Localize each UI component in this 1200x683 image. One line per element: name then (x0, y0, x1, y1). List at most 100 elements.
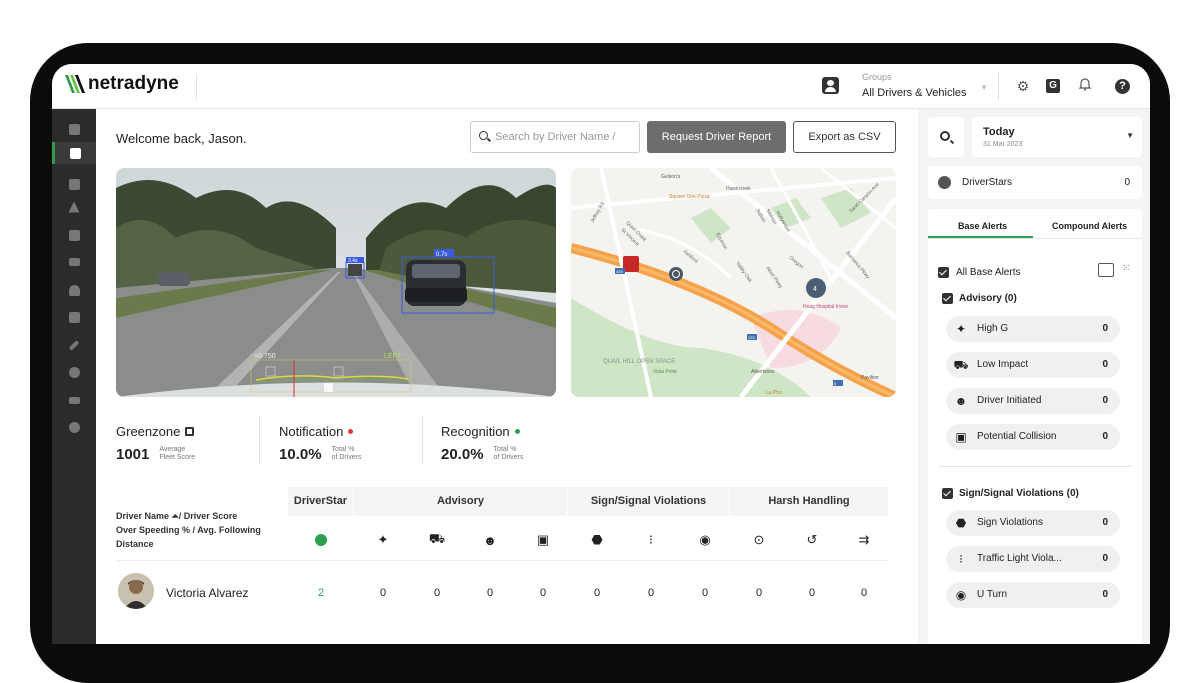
grid-view-icon[interactable]: ⁙ (1122, 263, 1130, 274)
alert-count: 0 (1102, 589, 1108, 600)
sidebar-settings-icon[interactable] (52, 416, 96, 438)
alert-driver-initiated[interactable]: ☻ Driver Initiated 0 (946, 388, 1120, 414)
tab-compound-alerts[interactable]: Compound Alerts (1052, 221, 1127, 231)
advisory-checkbox[interactable] (942, 293, 953, 304)
avatar (118, 573, 154, 609)
alert-label: Low Impact (977, 359, 1029, 370)
sidebar-video-icon[interactable] (52, 251, 96, 273)
sidebar-dashboard-icon[interactable] (52, 118, 96, 140)
name-header-line2: Over Speeding % / Avg. Following (116, 525, 261, 535)
cell-acceleration: 0 (860, 587, 868, 599)
alert-low-impact[interactable]: ⛟ Low Impact 0 (946, 352, 1120, 378)
traffic-light-icon: ⁝ (959, 552, 963, 566)
sidebar-user-icon[interactable] (52, 279, 96, 301)
panel-search-button[interactable] (928, 117, 964, 157)
map-label: Hoag Hospital Irvine (803, 304, 848, 310)
u-turn-icon[interactable]: ◉ (679, 529, 731, 551)
recognition-value: 20.0% (441, 446, 484, 463)
cluster-count: 4 (813, 286, 817, 293)
welcome-text: Welcome back, Jason. (116, 131, 247, 146)
event-map[interactable]: Gelson's Square One Pizza Jeffrey Rd Qua… (571, 168, 896, 397)
hard-brake-icon[interactable]: ⊙ (733, 529, 785, 551)
chevron-down-icon: ▼ (980, 83, 988, 92)
recognition-sub1: Total % (493, 446, 517, 453)
route-badge: 133 (748, 335, 755, 340)
greenzone-sub1: Average (159, 446, 186, 453)
greenzone-stat: Greenzone 1001 Average Fleet Score (116, 424, 195, 463)
cell-u-turn: 0 (701, 587, 709, 599)
groups-label: Groups (862, 72, 892, 82)
traffic-light-icon[interactable]: ⁝ (625, 529, 677, 551)
all-base-alerts-checkbox[interactable] (938, 267, 949, 278)
alert-u-turn[interactable]: ◉ U Turn 0 (946, 582, 1120, 608)
export-csv-button[interactable]: Export as CSV (793, 121, 896, 153)
driver-name[interactable]: Victoria Alvarez (166, 586, 248, 600)
potential-collision-icon: ▣ (955, 430, 967, 444)
sidebar-g-icon[interactable] (52, 224, 96, 246)
sidebar-driver-icon[interactable] (52, 173, 96, 195)
date-selector[interactable]: Today 31 Mar 2023 ▼ (972, 117, 1142, 157)
driver-initiated-icon[interactable]: ☻ (464, 529, 516, 551)
alert-label: Driver Initiated (977, 395, 1042, 406)
alerts-list-panel: Base Alerts Compound Alerts All Base Ale… (928, 209, 1142, 644)
sidebar-alert-icon[interactable] (52, 196, 96, 218)
alerts-panel: Today 31 Mar 2023 ▼ DriverStars 0 Base A… (918, 109, 1150, 644)
driverstars-row[interactable]: DriverStars 0 (928, 166, 1142, 199)
alert-label: Traffic Light Viola... (977, 553, 1062, 564)
driverstar-icon[interactable] (295, 529, 347, 551)
alert-label: U Turn (977, 589, 1008, 600)
groups-value: All Drivers & Vehicles (862, 87, 967, 99)
acceleration-icon[interactable]: ⇉ (838, 529, 890, 551)
greenzone-label: Greenzone (116, 424, 181, 439)
notification-label: Notification (279, 424, 344, 439)
overlay-right-value: LEFT (384, 353, 402, 360)
alert-label: Sign Violations (977, 517, 1043, 528)
high-g-icon[interactable]: ✦ (357, 529, 409, 551)
notification-sub2: of Drivers (331, 454, 362, 461)
tab-base-alerts[interactable]: Base Alerts (958, 221, 1007, 231)
dashcam-video[interactable]: 0.7s 3.4s +0.750 LEFT (116, 168, 556, 397)
alert-count: 0 (1102, 395, 1108, 406)
alert-count: 0 (1102, 517, 1108, 528)
driverstars-value: 0 (1124, 177, 1130, 188)
alert-potential-collision[interactable]: ▣ Potential Collision 0 (946, 424, 1120, 450)
logo-divider (196, 74, 197, 100)
org-badge-icon[interactable]: G (1046, 79, 1060, 93)
request-driver-report-button[interactable]: Request Driver Report (647, 121, 786, 153)
driver-initiated-icon: ☻ (954, 394, 968, 408)
signal-checkbox[interactable] (942, 488, 953, 499)
groups-selector[interactable]: Groups All Drivers & Vehicles ▼ (852, 71, 988, 103)
alert-traffic-light[interactable]: ⁝ Traffic Light Viola... 0 (946, 546, 1120, 572)
vehicle-marker-icon[interactable] (669, 267, 683, 281)
map-canvas: Gelson's Square One Pizza Jeffrey Rd Qua… (571, 168, 896, 397)
sidebar-report-icon[interactable] (52, 142, 96, 164)
map-label: La Pho (766, 390, 782, 396)
driver-search-input[interactable]: Search by Driver Name / (470, 121, 640, 153)
logo-mark-icon (65, 75, 85, 93)
netradyne-logo[interactable]: netradyne (64, 73, 179, 95)
table-row[interactable]: Victoria Alvarez 2 0 0 0 0 0 0 0 0 0 0 (116, 560, 888, 622)
name-column-header[interactable]: Driver Name ⏶/ Driver Score Over Speedin… (116, 509, 288, 551)
sidebar-document-icon[interactable] (52, 306, 96, 328)
cell-potential-collision: 0 (539, 587, 547, 599)
cell-high-g: 0 (379, 587, 387, 599)
advisory-group-header: Advisory (354, 487, 568, 516)
stat-divider (259, 415, 260, 465)
sidebar-wrench-icon[interactable] (52, 334, 96, 356)
recognition-dot-icon (514, 429, 520, 434)
bell-icon[interactable] (1076, 77, 1094, 95)
low-impact-icon[interactable]: ⛟ (411, 529, 463, 551)
hard-turn-icon[interactable]: ↺ (786, 529, 838, 551)
cell-hard-turn: 0 (808, 587, 816, 599)
stop-sign-icon[interactable]: ⬣ (571, 529, 623, 551)
alert-sign-violations[interactable]: ⬣ Sign Violations 0 (946, 510, 1120, 536)
sidebar-location-icon[interactable] (52, 361, 96, 383)
event-pin-icon[interactable] (623, 256, 639, 272)
alert-high-g[interactable]: ✦ High G 0 (946, 316, 1120, 342)
gear-icon[interactable]: ⚙ (1014, 77, 1032, 95)
potential-collision-icon[interactable]: ▣ (517, 529, 569, 551)
help-icon[interactable]: ? (1115, 79, 1130, 94)
sidebar-vehicle-icon[interactable] (52, 389, 96, 411)
list-view-icon[interactable] (1098, 263, 1114, 277)
user-card-icon[interactable] (822, 77, 839, 94)
